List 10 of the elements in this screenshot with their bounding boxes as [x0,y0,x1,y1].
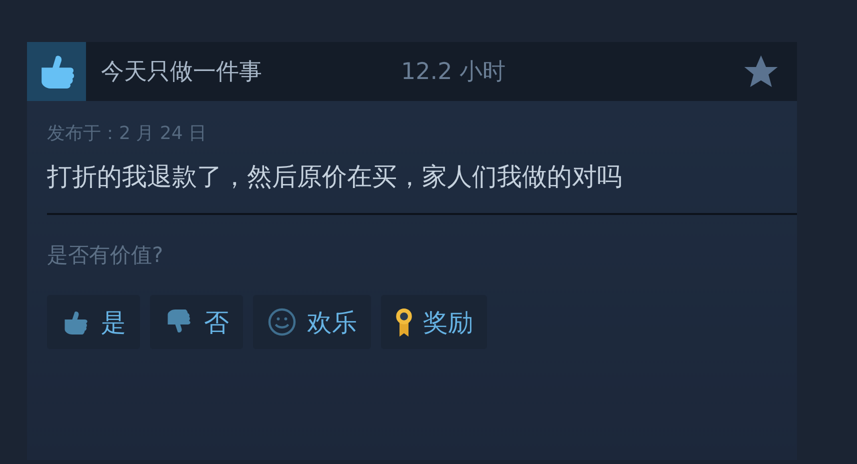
vote-button[interactable]: 是 [47,295,140,349]
posted-date: 发布于：2 月 24 日 [47,122,208,145]
vote-button[interactable]: 奖励 [381,295,487,349]
review-title: 今天只做一件事 [101,58,263,87]
review-text: 打折的我退款了，然后原价在买，家人们我做的对吗 [47,161,623,193]
vote-button[interactable]: 否 [150,295,243,349]
smiley-icon [267,307,297,337]
vote-button[interactable]: 欢乐 [253,295,371,349]
helpful-question: 是否有价值? [47,242,164,269]
playtime-hours: 12.2 小时 [401,58,506,87]
